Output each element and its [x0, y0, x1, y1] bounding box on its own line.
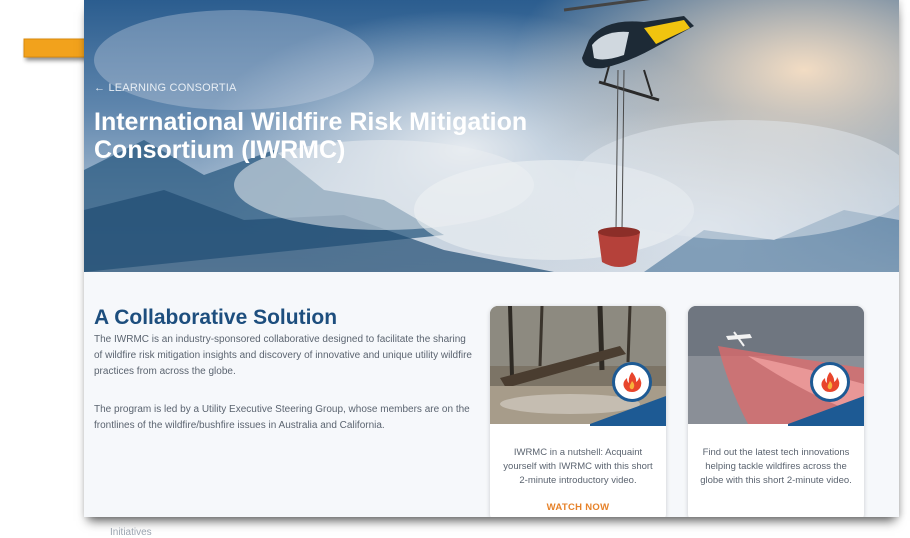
watch-now-link[interactable]: WATCH NOW — [490, 502, 666, 513]
webpage-screenshot: ← LEARNING CONSORTIA International Wildf… — [84, 0, 899, 517]
intro-paragraph: The IWRMC is an industry-sponsored colla… — [94, 334, 472, 377]
breadcrumb[interactable]: ← LEARNING CONSORTIA — [94, 82, 237, 94]
video-card-tech[interactable]: Find out the latest tech innovations hel… — [688, 306, 864, 517]
page-title: International Wildfire Risk Mitigation C… — [94, 108, 528, 164]
program-paragraph: The program is led by a Utility Executiv… — [94, 404, 470, 431]
section-heading: A Collaborative Solution — [94, 306, 338, 329]
hero-banner: ← LEARNING CONSORTIA International Wildf… — [84, 0, 899, 272]
card-description: IWRMC in a nutshell: Acquaint yourself w… — [503, 447, 653, 486]
fire-icon — [612, 362, 652, 402]
fire-icon — [810, 362, 850, 402]
video-card-intro[interactable]: IWRMC in a nutshell: Acquaint yourself w… — [490, 306, 666, 517]
initiatives-heading-partial: Initiatives — [110, 527, 152, 538]
card-description: Find out the latest tech innovations hel… — [700, 447, 852, 486]
